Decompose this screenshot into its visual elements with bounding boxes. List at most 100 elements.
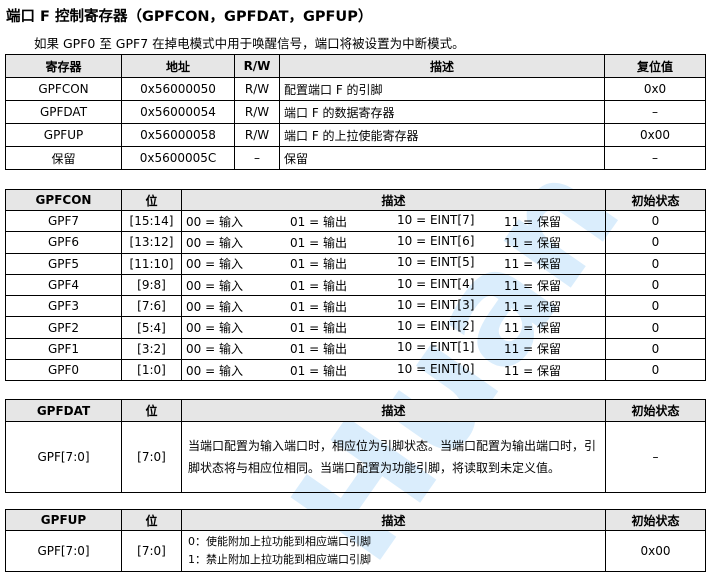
pin-option: 00 = 输入 (186, 214, 243, 229)
register-rw: R/W (234, 77, 280, 101)
table-row: GPF2 [5:4] 00 = 输入 01 = 输出 10 = EINT[2] 11 = … (5, 316, 706, 339)
table-row: GPF5 [11:10] 00 = 输入 01 = 输出 10 = EINT[5] 11 … (5, 252, 706, 275)
bit-range: [11:10] (121, 252, 182, 275)
register-description: 保留 (279, 146, 605, 170)
table-row: GPF0 [1:0] 00 = 输入 01 = 输出 10 = EINT[0] 11 = … (5, 359, 706, 382)
register-rw: R/W (234, 123, 280, 147)
register-rw: – (234, 146, 280, 170)
register-reset: 0x0 (604, 77, 706, 101)
register-address: 0x56000058 (121, 123, 235, 147)
pin-option: 11 = 保留 (504, 321, 561, 336)
pin-option: 00 = 输入 (186, 257, 243, 272)
register-name: GPFUP (5, 123, 122, 147)
pin-options: 00 = 输入 01 = 输出 10 = EINT[1] 11 = 保留 (181, 337, 606, 361)
gpfup-table: GPFUP 位 描述 初始状态 GPF[7:0] [7:0] 0：使能附加上拉功… (5, 509, 706, 572)
pin-option: 01 = 输出 (290, 235, 347, 250)
pin-option: 10 = EINT[1] (397, 340, 475, 355)
header-initial-state: 初始状态 (605, 189, 706, 211)
pin-name: GPF[7:0] (5, 421, 122, 493)
pin-name: GPF5 (5, 252, 122, 275)
pin-name: GPF6 (5, 231, 122, 254)
pin-option: 10 = EINT[3] (397, 297, 475, 312)
header-description: 描述 (181, 509, 606, 531)
pin-option: 01 = 输出 (290, 321, 347, 336)
pin-option: 00 = 输入 (186, 299, 243, 314)
pin-name: GPF[7:0] (5, 530, 122, 572)
header-register: GPFUP (5, 509, 122, 531)
pullup-description: 0：使能附加上拉功能到相应端口引脚 1：禁止附加上拉功能到相应端口引脚 (181, 530, 606, 572)
table-header-row: GPFDAT 位 描述 初始状态 (5, 399, 706, 422)
table-row: GPF3 [7:6] 00 = 输入 01 = 输出 10 = EINT[3] 11 = … (5, 295, 706, 318)
pin-option: 01 = 输出 (290, 299, 347, 314)
pin-option: 00 = 输入 (186, 363, 243, 378)
initial-state: 0 (605, 209, 706, 233)
initial-state: 0 (605, 252, 706, 275)
table-row: GPFDAT 0x56000054 R/W 端口 F 的数据寄存器 – (5, 100, 706, 124)
pin-name: GPF3 (5, 295, 122, 318)
data-description: 当端口配置为输入端口时，相应位为引脚状态。当端口配置为输出端口时，引脚状态将与相… (181, 421, 606, 493)
table-row: GPF4 [9:8] 00 = 输入 01 = 输出 10 = EINT[4] 11 = … (5, 273, 706, 297)
table-row: 保留 0x5600005C – 保留 – (5, 146, 706, 170)
pullup-option-1: 1：禁止附加上拉功能到相应端口引脚 (188, 553, 371, 566)
bit-range: [7:6] (121, 295, 182, 318)
bit-range: [15:14] (121, 209, 182, 233)
initial-state: 0 (605, 231, 706, 254)
pin-options: 00 = 输入 01 = 输出 10 = EINT[4] 11 = 保留 (181, 273, 606, 297)
table-header-row: 寄存器 地址 R/W 描述 复位值 (5, 54, 706, 78)
header-reset: 复位值 (604, 54, 706, 78)
pin-option: 11 = 保留 (504, 214, 561, 229)
bit-range: [13:12] (121, 231, 182, 254)
register-description: 端口 F 的上拉使能寄存器 (279, 123, 605, 147)
bit-range: [9:8] (121, 273, 182, 297)
gpfdat-table: GPFDAT 位 描述 初始状态 GPF[7:0] [7:0] 当端口配置为输入… (5, 399, 706, 493)
bit-range: [1:0] (121, 359, 182, 382)
register-name: GPFCON (5, 77, 122, 101)
gpfcon-table: GPFCON 位 描述 初始状态 GPF7 [15:14] 00 = 输入 01 = … (5, 189, 706, 382)
pin-name: GPF1 (5, 337, 122, 361)
initial-state: 0 (605, 337, 706, 361)
bit-range: [7:0] (121, 530, 182, 572)
header-description: 描述 (181, 399, 606, 422)
table-header-row: GPFUP 位 描述 初始状态 (5, 509, 706, 531)
table-header-row: GPFCON 位 描述 初始状态 (5, 189, 706, 211)
pin-option: 00 = 输入 (186, 321, 243, 336)
header-register: GPFDAT (5, 399, 122, 422)
pin-option: 00 = 输入 (186, 235, 243, 250)
pin-option: 10 = EINT[0] (397, 361, 475, 376)
pin-name: GPF4 (5, 273, 122, 297)
pin-option: 11 = 保留 (504, 257, 561, 272)
table-row: GPF6 [13:12] 00 = 输入 01 = 输出 10 = EINT[6] 11 … (5, 231, 706, 254)
register-address: 0x56000050 (121, 77, 235, 101)
pin-option: 01 = 输出 (290, 257, 347, 272)
table-row: GPF7 [15:14] 00 = 输入 01 = 输出 10 = EINT[7] 11 … (5, 209, 706, 233)
register-description: 配置端口 F 的引脚 (279, 77, 605, 101)
initial-state: – (605, 421, 706, 493)
pin-option: 00 = 输入 (186, 278, 243, 293)
bit-range: [7:0] (121, 421, 182, 493)
pin-options: 00 = 输入 01 = 输出 10 = EINT[5] 11 = 保留 (181, 252, 606, 275)
table-row: GPF[7:0] [7:0] 0：使能附加上拉功能到相应端口引脚 1：禁止附加上… (5, 530, 706, 572)
register-description: 端口 F 的数据寄存器 (279, 100, 605, 124)
register-reset: 0x00 (604, 123, 706, 147)
pin-option: 01 = 输出 (290, 214, 347, 229)
section-title: 端口 F 控制寄存器（GPFCON，GPFDAT，GPFUP） (6, 9, 373, 25)
table-row: GPFUP 0x56000058 R/W 端口 F 的上拉使能寄存器 0x00 (5, 123, 706, 147)
register-reset: – (604, 146, 706, 170)
pin-option: 01 = 输出 (290, 363, 347, 378)
table-row: GPF[7:0] [7:0] 当端口配置为输入端口时，相应位为引脚状态。当端口配… (5, 421, 706, 493)
initial-state: 0 (605, 359, 706, 382)
pin-name: GPF0 (5, 359, 122, 382)
header-bits: 位 (121, 399, 182, 422)
initial-state: 0x00 (605, 530, 706, 572)
pin-name: GPF2 (5, 316, 122, 339)
initial-state: 0 (605, 273, 706, 297)
pin-option: 01 = 输出 (290, 342, 347, 357)
pin-option: 10 = EINT[5] (397, 255, 475, 270)
header-register: 寄存器 (5, 54, 122, 78)
header-initial-state: 初始状态 (605, 399, 706, 422)
pin-options: 00 = 输入 01 = 输出 10 = EINT[0] 11 = 保留 (181, 359, 606, 382)
pin-option: 11 = 保留 (504, 363, 561, 378)
header-rw: R/W (234, 54, 280, 78)
register-address: 0x56000054 (121, 100, 235, 124)
bit-range: [3:2] (121, 337, 182, 361)
